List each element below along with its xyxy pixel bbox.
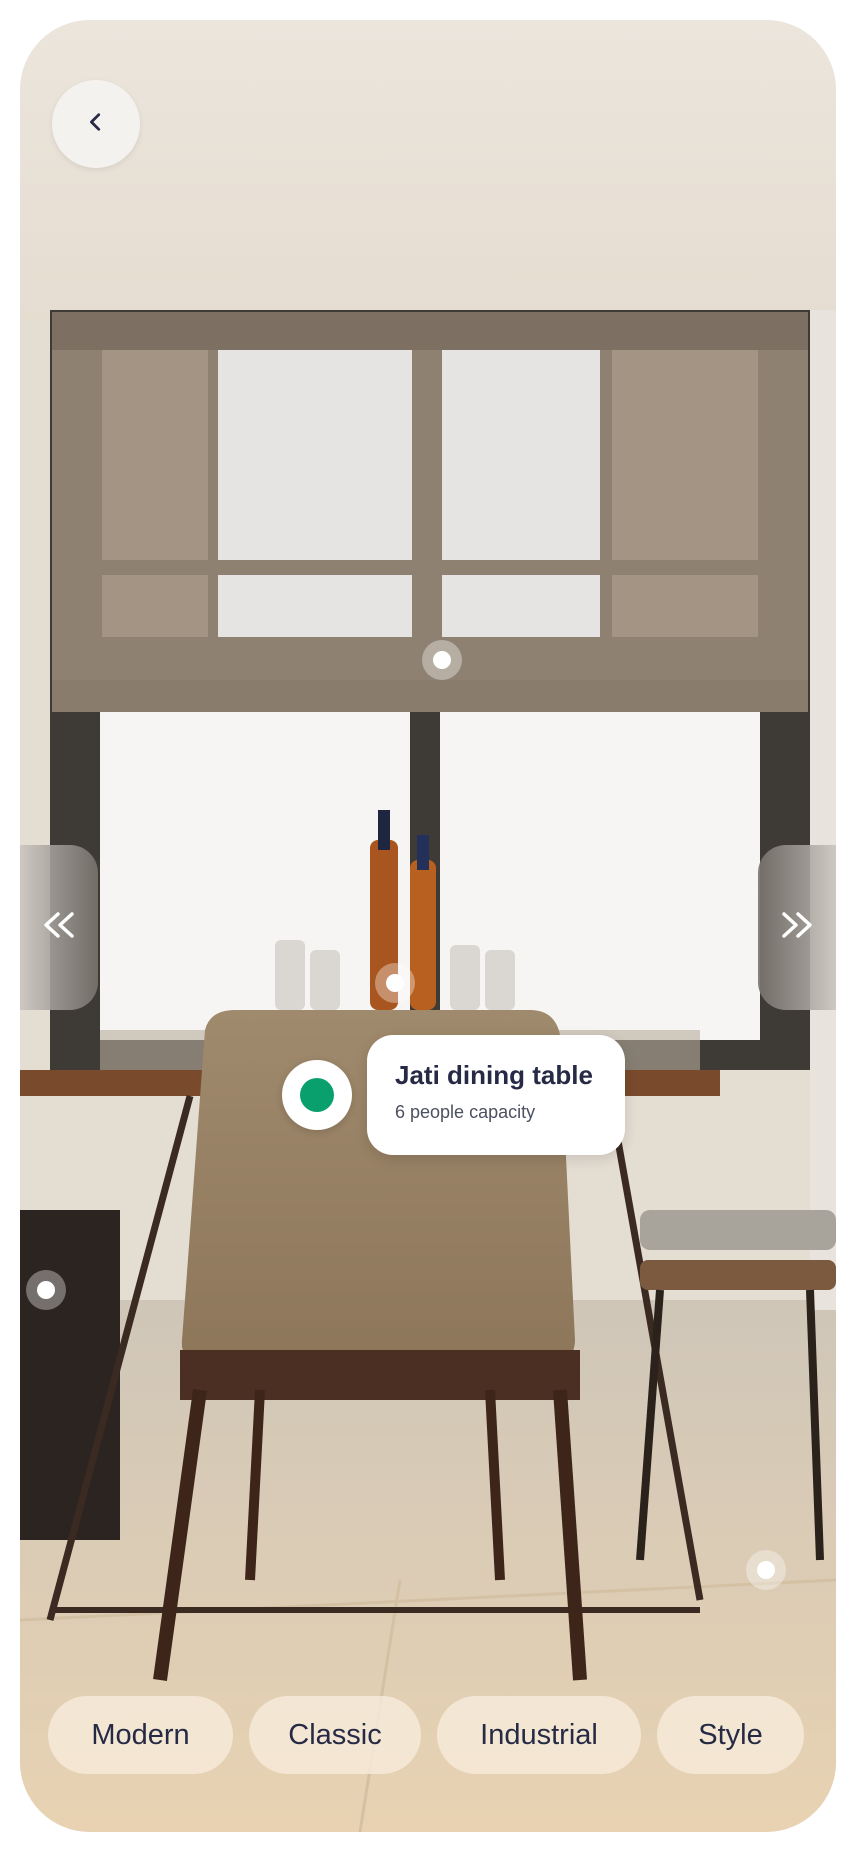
style-filter-bar: Modern Classic Industrial Style xyxy=(48,1696,804,1774)
hotspot-blind[interactable] xyxy=(422,640,462,680)
style-filter-modern[interactable]: Modern xyxy=(48,1696,233,1774)
chevron-left-icon xyxy=(85,111,107,138)
product-capacity: 6 people capacity xyxy=(395,1101,536,1122)
double-chevron-right-icon xyxy=(778,910,816,945)
hotspot-dining-table[interactable] xyxy=(282,1060,352,1130)
active-hotspot-dot xyxy=(300,1078,334,1112)
room-viewer: Jati dining table 6 people capacity Mode… xyxy=(20,20,836,1832)
style-filter-industrial[interactable]: Industrial xyxy=(437,1696,641,1774)
hotspot-bottles[interactable] xyxy=(375,963,415,1003)
hotspot-cabinet[interactable] xyxy=(26,1270,66,1310)
product-info-card[interactable]: Jati dining table 6 people capacity xyxy=(367,1035,625,1155)
style-filter-style[interactable]: Style xyxy=(657,1696,804,1774)
room-photo xyxy=(20,20,836,1832)
back-button[interactable] xyxy=(52,80,140,168)
previous-view-button[interactable] xyxy=(20,845,98,1010)
style-filter-classic[interactable]: Classic xyxy=(249,1696,421,1774)
product-title: Jati dining table xyxy=(395,1060,593,1090)
hotspot-dot xyxy=(757,1561,775,1579)
hotspot-dot xyxy=(386,974,404,992)
next-view-button[interactable] xyxy=(758,845,836,1010)
double-chevron-left-icon xyxy=(40,910,78,945)
hotspot-floor[interactable] xyxy=(746,1550,786,1590)
hotspot-dot xyxy=(37,1281,55,1299)
hotspot-dot xyxy=(433,651,451,669)
